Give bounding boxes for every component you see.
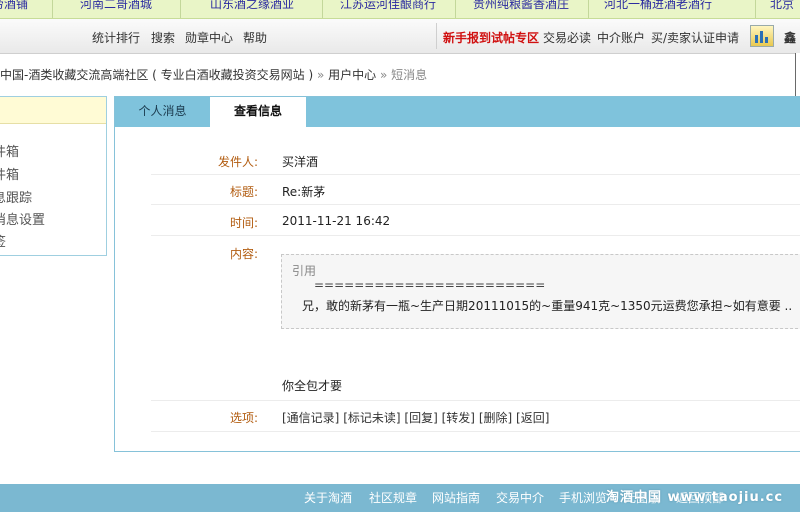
- nav-extra-text[interactable]: 鑫: [784, 29, 796, 46]
- quote-block: 引用 ======================= 兄，敢的新茅有一瓶~生产日…: [281, 254, 800, 329]
- time-value: 2011-11-21 16:42: [282, 214, 391, 228]
- sidebar-item-tracking[interactable]: 息跟踪: [0, 187, 32, 206]
- title-label: 标题:: [229, 185, 258, 199]
- sender-value[interactable]: 买洋酒: [282, 153, 318, 170]
- history-button[interactable]: [通信记录]: [282, 411, 339, 425]
- chart-icon[interactable]: [750, 25, 774, 47]
- footer-mobile[interactable]: 手机浏览: [559, 489, 607, 506]
- tab-view-message[interactable]: 查看信息: [210, 97, 306, 128]
- nav-medals[interactable]: 勋章中心: [185, 29, 233, 46]
- breadcrumb-user-center[interactable]: 用户中心: [328, 68, 376, 82]
- partner-link-3[interactable]: 江苏运河佳酿商行: [340, 0, 436, 13]
- message-actions: [通信记录] [标记未读] [回复] [转发] [删除] [返回]: [282, 409, 549, 426]
- nav-escrow-account[interactable]: 中介账户: [597, 29, 645, 46]
- nav-divider: [436, 23, 437, 49]
- nav-trade-guide[interactable]: 交易必读: [543, 29, 591, 46]
- partner-link-4[interactable]: 贵州纯粮酱香酒庄: [473, 0, 569, 13]
- partner-link-2[interactable]: 山东酒之缘酒业: [210, 0, 294, 13]
- breadcrumb-separator: »: [379, 68, 388, 82]
- sidebar-item-signature[interactable]: 签: [0, 231, 6, 250]
- breadcrumb-separator: »: [316, 68, 325, 82]
- nav-stats[interactable]: 统计排行: [92, 29, 140, 46]
- back-button[interactable]: [返回]: [516, 411, 549, 425]
- sidebar-header: [0, 97, 106, 124]
- sidebar-item-settings[interactable]: 消息设置: [0, 209, 45, 228]
- separator: [322, 0, 323, 18]
- separator: [455, 0, 456, 18]
- quote-text: 兄，敢的新茅有一瓶~生产日期20111015的~重量941克~1350元运费您承…: [302, 299, 793, 313]
- breadcrumb: 中国-酒类收藏交流高端社区 ( 专业白酒收藏投资交易网站 ) » 用户中心 » …: [0, 66, 427, 82]
- reply-button[interactable]: [回复]: [404, 411, 437, 425]
- time-label: 时间:: [229, 216, 258, 230]
- nav-help[interactable]: 帮助: [243, 29, 267, 46]
- separator: [755, 0, 756, 18]
- breadcrumb-current: 短消息: [391, 68, 428, 82]
- quote-divider-line: =======================: [314, 278, 546, 292]
- partner-link-1[interactable]: 河南二哥酒城: [80, 0, 152, 13]
- message-sidebar: 件箱 件箱 息跟踪 消息设置 签: [0, 96, 107, 256]
- partner-link-0[interactable]: 劳酒铺: [0, 0, 28, 13]
- tab-strip: 个人消息 查看信息: [115, 97, 800, 128]
- quote-label: 引用: [292, 264, 317, 278]
- separator: [180, 0, 181, 18]
- row-divider: [151, 431, 800, 432]
- mark-unread-button[interactable]: [标记未读]: [343, 411, 400, 425]
- tab-personal-messages[interactable]: 个人消息: [115, 97, 210, 127]
- content-label: 内容:: [229, 247, 258, 261]
- message-view-panel: 个人消息 查看信息 发件人: 买洋酒 标题: Re:新茅 时间: 2011-11…: [114, 96, 800, 452]
- row-divider: [151, 174, 800, 175]
- breadcrumb-site[interactable]: 中国-酒类收藏交流高端社区 ( 专业白酒收藏投资交易网站 ): [0, 68, 313, 82]
- partner-links-bar: 劳酒铺 河南二哥酒城 山东酒之缘酒业 江苏运河佳酿商行 贵州纯粮酱香酒庄 河北一…: [0, 0, 800, 19]
- footer-rules[interactable]: 社区规章: [369, 489, 417, 506]
- nav-search[interactable]: 搜索: [151, 29, 175, 46]
- forward-button[interactable]: [转发]: [442, 411, 475, 425]
- title-value: Re:新茅: [282, 185, 326, 199]
- partner-link-6[interactable]: 北京: [770, 0, 794, 13]
- sidebar-item-inbox[interactable]: 件箱: [0, 141, 19, 160]
- footer-guide[interactable]: 网站指南: [432, 489, 480, 506]
- separator: [52, 0, 53, 18]
- nav-seller-certify[interactable]: 买/卖家认证申请: [651, 29, 739, 46]
- partner-link-5[interactable]: 河北一桶进酒老酒行: [604, 0, 712, 13]
- separator: [588, 0, 589, 18]
- options-label: 选项:: [229, 411, 258, 425]
- delete-button[interactable]: [删除]: [479, 411, 512, 425]
- main-nav-bar: 统计排行 搜索 勋章中心 帮助 新手报到试帖专区 交易必读 中介账户 买/卖家认…: [0, 19, 800, 54]
- sender-label: 发件人:: [217, 155, 258, 169]
- footer-escrow[interactable]: 交易中介: [496, 489, 544, 506]
- reply-text: 你全包才要: [282, 379, 343, 393]
- sidebar-item-outbox[interactable]: 件箱: [0, 164, 19, 183]
- row-divider: [151, 400, 800, 401]
- row-divider: [151, 204, 800, 205]
- nav-newbie-zone[interactable]: 新手报到试帖专区: [443, 29, 539, 46]
- row-divider: [151, 235, 800, 236]
- footer-about[interactable]: 关于淘酒: [304, 489, 352, 506]
- site-watermark: 淘酒中国 www.taojiu.cc: [606, 490, 784, 505]
